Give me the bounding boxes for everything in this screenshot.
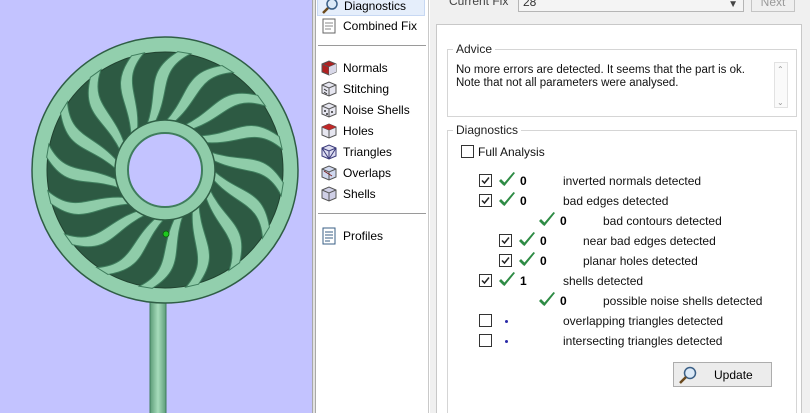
update-label: Update <box>714 368 753 382</box>
check-icon <box>498 171 516 189</box>
check-icon <box>498 191 516 209</box>
diagnostics-panel: Current Fix 28 ▼ Next Advice No more err… <box>430 0 810 413</box>
advice-title: Advice <box>453 42 496 56</box>
tool-label: Combined Fix <box>343 19 418 33</box>
cube-stitch-icon <box>320 80 338 98</box>
tool-triangles[interactable]: Triangles <box>320 142 392 162</box>
diagnostic-count: 0 <box>520 174 527 188</box>
magnifier-icon <box>321 0 339 15</box>
tool-holes[interactable]: Holes <box>320 121 374 141</box>
tool-label: Overlaps <box>343 166 392 180</box>
tool-label: Noise Shells <box>343 103 410 117</box>
tool-label: Shells <box>343 187 376 201</box>
check-icon <box>538 291 556 309</box>
diagnostic-checkbox[interactable] <box>479 194 492 207</box>
diagnostic-label: near bad edges detected <box>583 234 716 248</box>
full-analysis-checkbox[interactable] <box>461 145 474 158</box>
diagnostic-count: 0 <box>540 254 547 268</box>
diagnostic-label: intersecting triangles detected <box>563 334 723 348</box>
chevron-down-icon: ▼ <box>728 0 738 10</box>
cube-noise-icon <box>320 101 338 119</box>
diagnostic-checkbox[interactable] <box>479 274 492 287</box>
diagnostic-label: bad edges detected <box>563 194 669 208</box>
profile-doc-icon <box>320 227 338 245</box>
scroll-up-icon: ⌃ <box>777 65 784 74</box>
diagnostics-group: Diagnostics Full Analysis 0 inverted norm… <box>447 123 797 413</box>
magnifier-icon <box>678 365 698 385</box>
diagnostic-checkbox[interactable] <box>479 314 492 327</box>
current-fix-label: Current Fix <box>449 0 509 8</box>
tool-label: Holes <box>343 124 374 138</box>
advice-text: No more errors are detected. It seems th… <box>456 64 756 90</box>
diagnostic-count: 0 <box>540 234 547 248</box>
3d-viewport[interactable] <box>0 0 312 413</box>
divider <box>318 213 426 214</box>
diagnostic-label: bad contours detected <box>603 214 722 228</box>
not-analysed-icon <box>505 320 508 323</box>
next-button[interactable]: Next <box>751 0 795 12</box>
not-analysed-icon <box>505 340 508 343</box>
tool-overlaps[interactable]: Overlaps <box>320 163 391 183</box>
part-hub-hole <box>127 132 203 208</box>
cube-hole-icon <box>320 122 338 140</box>
diagnostic-count: 0 <box>560 214 567 228</box>
diagnostic-checkbox[interactable] <box>499 234 512 247</box>
tool-normals[interactable]: Normals <box>320 58 388 78</box>
advice-scrollbar[interactable]: ⌃ ⌄ <box>774 62 788 108</box>
scroll-down-icon: ⌄ <box>777 98 784 107</box>
diagnostics-title: Diagnostics <box>453 123 522 137</box>
diagnostic-label: inverted normals detected <box>563 174 702 188</box>
diagnostic-checkbox[interactable] <box>479 174 492 187</box>
diagnostic-count: 0 <box>560 294 567 308</box>
tool-label: Triangles <box>343 145 392 159</box>
diagnostic-count: 0 <box>520 194 527 208</box>
cube-shells-icon <box>320 185 338 203</box>
tool-noise-shells[interactable]: Noise Shells <box>320 100 410 120</box>
document-icon <box>320 17 338 35</box>
diagnostic-label: possible noise shells detected <box>603 294 763 308</box>
diagnostic-checkbox[interactable] <box>479 334 492 347</box>
advice-line: No more errors are detected. It seems th… <box>456 64 745 76</box>
tool-label: Stitching <box>343 82 390 96</box>
diagnostic-count: 1 <box>520 274 527 288</box>
check-icon <box>498 271 516 289</box>
divider <box>318 45 426 46</box>
check-icon <box>518 231 536 249</box>
tool-shells[interactable]: Shells <box>320 184 376 204</box>
diagnostic-label: overlapping triangles detected <box>563 314 724 328</box>
part-stem <box>149 284 167 413</box>
tool-stitching[interactable]: Stitching <box>320 79 389 99</box>
cube-triangles-icon <box>320 143 338 161</box>
tool-diagnostics[interactable]: Diagnostics <box>317 0 425 16</box>
tool-label: Profiles <box>343 229 384 243</box>
tool-label: Normals <box>343 61 388 75</box>
part-model[interactable] <box>0 0 312 413</box>
advice-line: Note that not all parameters were analys… <box>456 77 679 89</box>
advice-group: Advice No more errors are detected. It s… <box>447 42 797 117</box>
current-fix-value: 28 <box>523 0 537 9</box>
update-button[interactable]: Update <box>673 362 772 387</box>
full-analysis-label: Full Analysis <box>478 145 545 159</box>
cube-overlaps-icon <box>320 164 338 182</box>
current-fix-select[interactable]: 28 ▼ <box>518 0 744 12</box>
fix-tools-panel: Diagnostics Combined Fix Normals Stitchi… <box>316 0 429 413</box>
check-icon <box>518 251 536 269</box>
tool-combined-fix[interactable]: Combined Fix <box>320 16 417 36</box>
diagnostic-checkbox[interactable] <box>499 254 512 267</box>
pick-point <box>162 230 170 238</box>
diagnostic-label: shells detected <box>563 274 644 288</box>
cube-red-icon <box>320 59 338 77</box>
tool-label: Diagnostics <box>344 0 407 13</box>
check-icon <box>538 211 556 229</box>
diagnostic-label: planar holes detected <box>583 254 698 268</box>
tool-profiles[interactable]: Profiles <box>320 226 383 246</box>
